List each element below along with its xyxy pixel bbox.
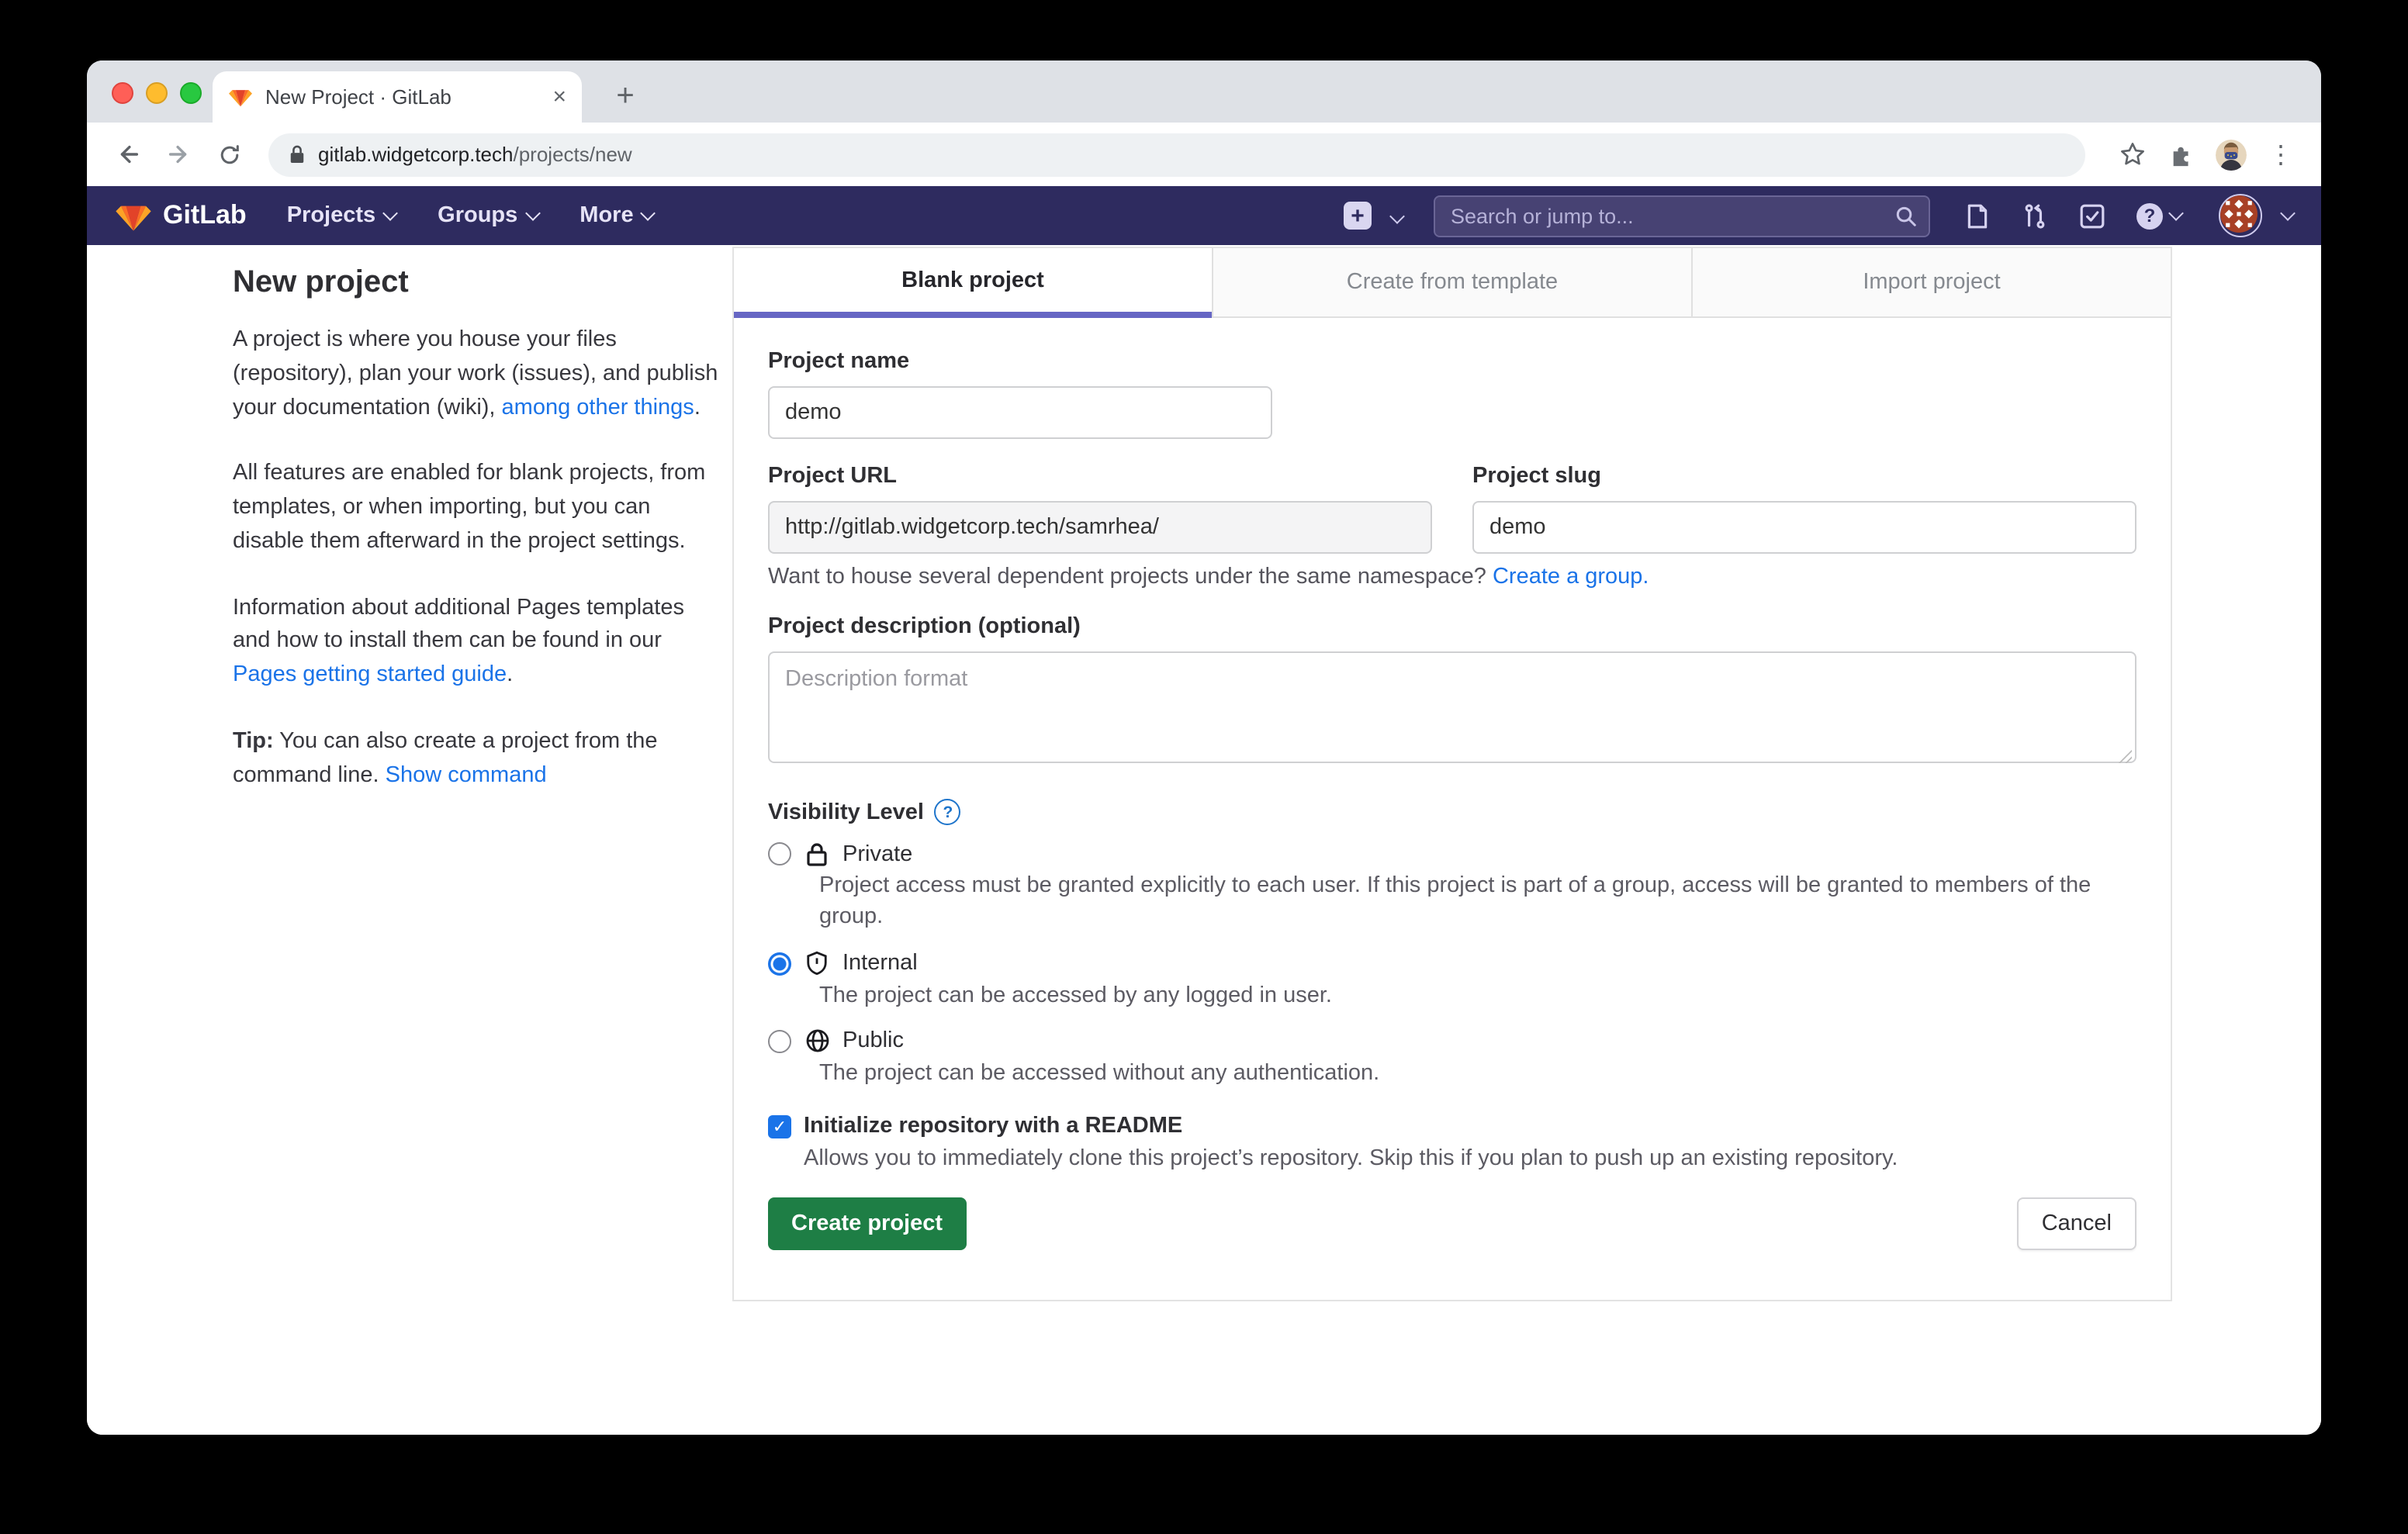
https-lock-icon <box>289 144 306 164</box>
url-bar[interactable]: gitlab.widgetcorp.tech/projects/new <box>268 133 2085 176</box>
visibility-option-label[interactable]: Public <box>842 1029 904 1054</box>
readme-desc: Allows you to immediately clone this pro… <box>804 1146 2136 1171</box>
tab-create-from-template[interactable]: Create from template <box>1212 248 1691 318</box>
brand-name: GitLab <box>163 200 247 231</box>
search-icon <box>1894 204 1918 227</box>
fullscreen-window-button[interactable] <box>180 82 202 104</box>
create-group-link[interactable]: Create a group. <box>1493 565 1649 589</box>
plus-icon: + <box>1344 202 1372 230</box>
nav-groups[interactable]: Groups <box>438 203 538 228</box>
globe-icon <box>804 1028 830 1055</box>
intro-paragraph: A project is where you house your files … <box>233 324 726 426</box>
show-command-link[interactable]: Show command <box>386 762 547 787</box>
extensions-puzzle-icon[interactable] <box>2163 136 2200 173</box>
shield-icon <box>804 950 830 976</box>
visibility-option-label[interactable]: Internal <box>842 951 918 976</box>
visibility-option-public: Public The project can be accessed witho… <box>768 1028 2136 1090</box>
features-paragraph: All features are enabled for blank proje… <box>233 458 726 560</box>
forward-icon[interactable] <box>160 136 197 173</box>
page-description-column: New project A project is where you house… <box>233 245 726 826</box>
gitlab-navbar: GitLab Projects Groups More + <box>87 186 2321 245</box>
help-menu[interactable]: ? <box>2136 202 2181 229</box>
page-title: New project <box>233 265 726 301</box>
create-project-button[interactable]: Create project <box>768 1197 966 1250</box>
page-content: New project A project is where you house… <box>87 245 2321 1435</box>
lock-icon <box>804 841 830 867</box>
gitlab-favicon-icon <box>228 85 253 109</box>
minimize-window-button[interactable] <box>146 82 168 104</box>
user-menu[interactable] <box>2213 194 2293 237</box>
visibility-level-label: Visibility Level <box>768 800 924 824</box>
readme-label[interactable]: Initialize repository with a README <box>804 1114 1182 1138</box>
project-slug-label: Project slug <box>1472 464 2136 489</box>
readme-checkbox[interactable]: ✓ <box>768 1114 791 1138</box>
tab-blank-project[interactable]: Blank project <box>734 248 1212 318</box>
nav-projects[interactable]: Projects <box>287 203 396 228</box>
new-tab-button[interactable]: + <box>602 73 649 119</box>
todos-icon[interactable] <box>2079 202 2105 229</box>
project-name-input[interactable] <box>768 386 1272 439</box>
chevron-down-icon <box>2168 205 2184 220</box>
project-description-label: Project description (optional) <box>768 614 2136 639</box>
namespace-helper: Want to house several dependent projects… <box>768 565 2136 589</box>
url-domain: gitlab.widgetcorp.tech <box>318 142 514 165</box>
new-menu-button[interactable]: + <box>1344 202 1403 230</box>
visibility-option-desc: Project access must be granted explicitl… <box>819 870 2136 933</box>
visibility-option-desc: The project can be accessed without any … <box>819 1058 2136 1090</box>
chevron-down-icon <box>1389 208 1405 223</box>
user-avatar <box>2219 194 2262 237</box>
blank-project-form: Project name Project URL Project slug Wa… <box>734 318 2171 1250</box>
url-path: /projects/new <box>514 142 632 165</box>
browser-menu-icon[interactable]: ⋮ <box>2262 136 2299 173</box>
visibility-option-label[interactable]: Private <box>842 841 912 866</box>
pages-guide-link[interactable]: Pages getting started guide <box>233 662 507 687</box>
window-controls <box>112 82 202 104</box>
reload-icon[interactable] <box>211 136 248 173</box>
search-input[interactable] <box>1434 195 1930 237</box>
visibility-option-internal: Internal The project can be accessed by … <box>768 950 2136 1011</box>
chevron-down-icon <box>382 205 398 220</box>
back-icon[interactable] <box>109 136 146 173</box>
pages-paragraph: Information about additional Pages templ… <box>233 592 726 693</box>
chevron-down-icon <box>2280 205 2296 220</box>
readme-option: ✓ Initialize repository with a README Al… <box>768 1114 2136 1171</box>
project-url-label: Project URL <box>768 464 1432 489</box>
help-icon: ? <box>2136 202 2163 229</box>
project-url-input[interactable] <box>768 501 1432 554</box>
visibility-option-private: Private Project access must be granted e… <box>768 841 2136 933</box>
radio-public[interactable] <box>768 1030 791 1053</box>
tab-close-icon[interactable]: × <box>552 84 566 110</box>
url-text: gitlab.widgetcorp.tech/projects/new <box>318 140 632 168</box>
chevron-down-icon <box>524 205 540 220</box>
merge-requests-icon[interactable] <box>2022 202 2048 229</box>
new-project-panel: Blank project Create from template Impor… <box>732 247 2172 1301</box>
browser-tab[interactable]: New Project · GitLab × <box>213 71 582 123</box>
browser-profile-avatar[interactable] <box>2213 136 2250 173</box>
gitlab-tanuki-icon <box>115 198 152 233</box>
project-description-textarea[interactable] <box>768 651 2136 763</box>
radio-internal[interactable] <box>768 952 791 975</box>
project-slug-input[interactable] <box>1472 501 2136 554</box>
cancel-button[interactable]: Cancel <box>2017 1197 2136 1250</box>
visibility-help-icon[interactable]: ? <box>935 799 961 825</box>
close-window-button[interactable] <box>112 82 133 104</box>
nav-more[interactable]: More <box>580 203 653 228</box>
gitlab-logo[interactable]: GitLab <box>115 198 247 233</box>
browser-window: New Project · GitLab × + gitlab.widgetco… <box>87 60 2321 1435</box>
browser-tab-strip: New Project · GitLab × + <box>87 60 2321 123</box>
tip-paragraph: Tip: You can also create a project from … <box>233 726 726 793</box>
tab-import-project[interactable]: Import project <box>1691 248 2171 318</box>
browser-toolbar: gitlab.widgetcorp.tech/projects/new <box>87 123 2321 186</box>
project-name-label: Project name <box>768 349 2136 374</box>
radio-private[interactable] <box>768 842 791 865</box>
navbar-menu: Projects Groups More <box>287 203 654 228</box>
visibility-option-desc: The project can be accessed by any logge… <box>819 979 2136 1011</box>
issues-icon[interactable] <box>1964 202 1991 229</box>
bookmark-star-icon[interactable] <box>2113 136 2150 173</box>
tab-title: New Project · GitLab <box>265 85 540 109</box>
screenshot-stage: New Project · GitLab × + gitlab.widgetco… <box>0 0 2408 1534</box>
among-other-things-link[interactable]: among other things <box>502 395 694 420</box>
project-type-tabs: Blank project Create from template Impor… <box>734 248 2171 318</box>
chevron-down-icon <box>641 205 656 220</box>
